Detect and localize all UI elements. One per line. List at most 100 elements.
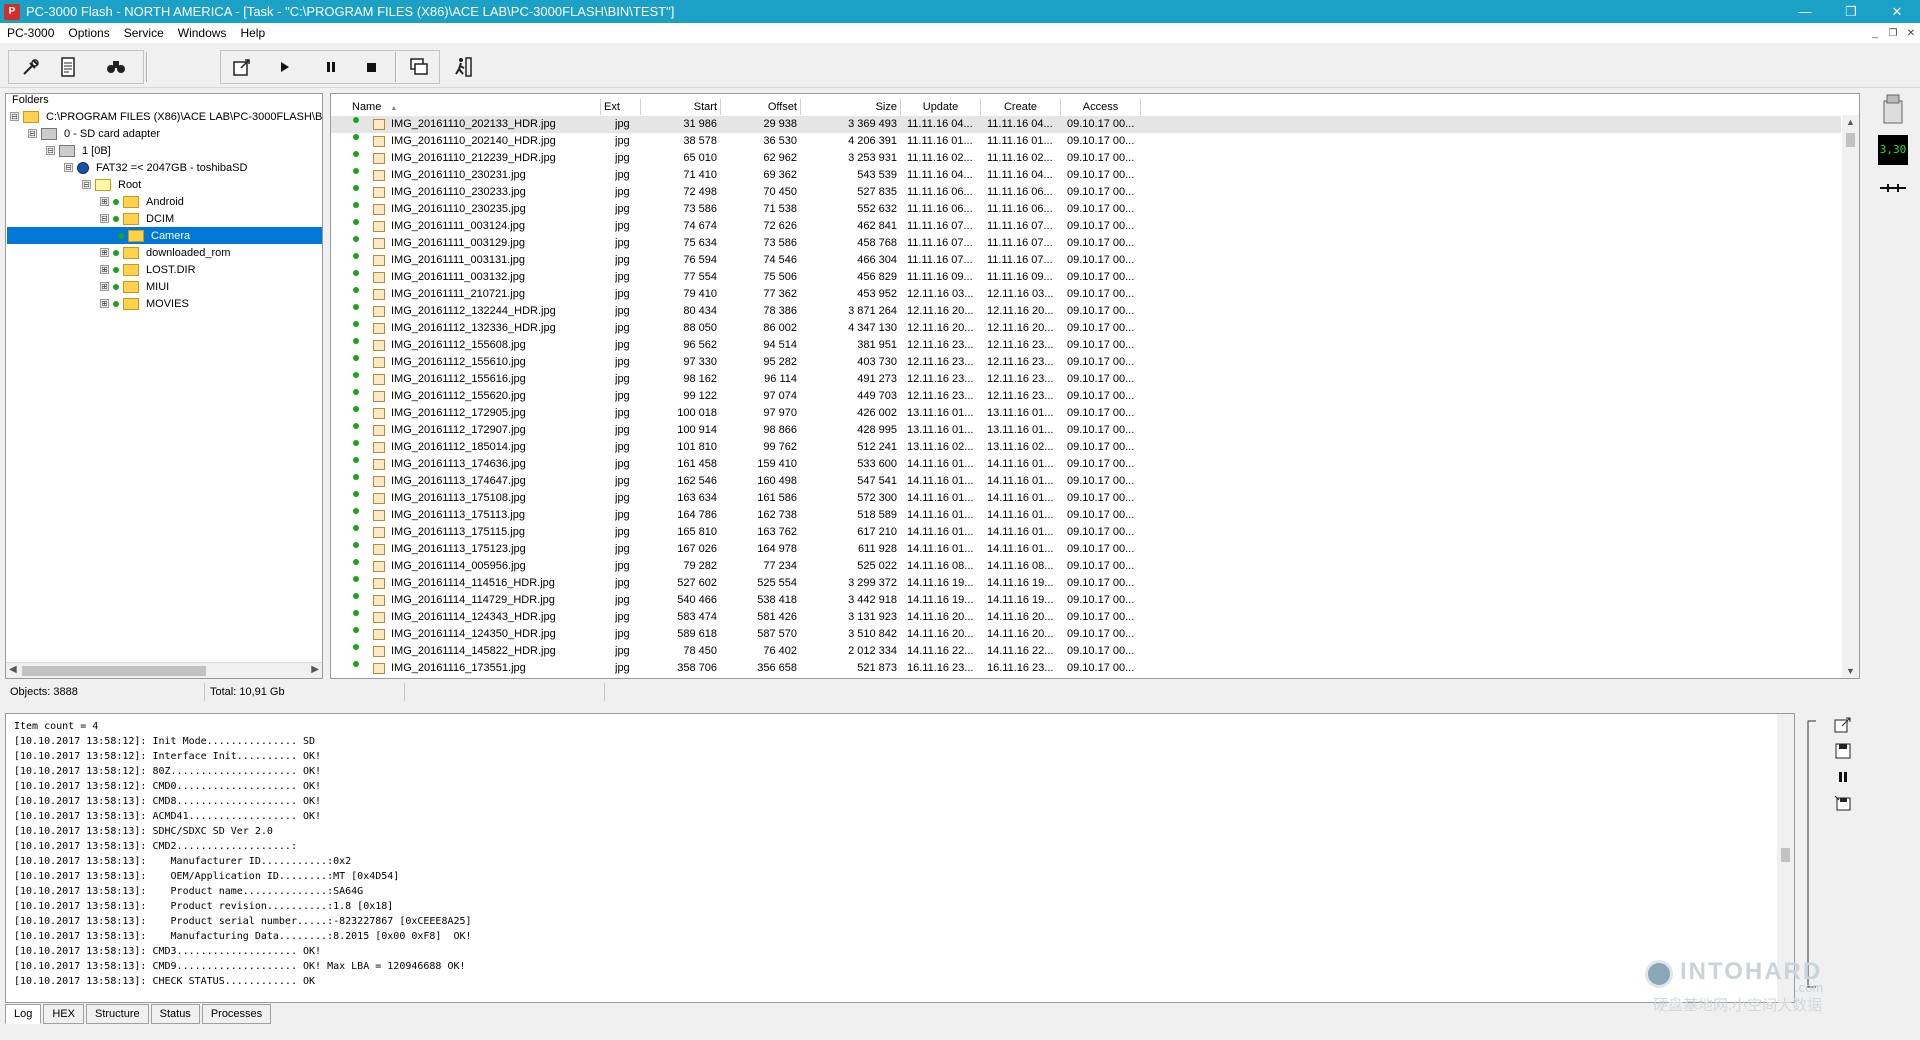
table-cell: 76 402 <box>763 645 797 657</box>
table-row[interactable]: IMG_20161112_155610.jpg jpg 97 330 95 282 40… <box>331 354 1841 371</box>
column-header-create[interactable]: Create <box>981 99 1061 115</box>
menu-options[interactable]: Options <box>61 26 116 40</box>
column-header-offset[interactable]: Offset <box>721 99 801 115</box>
tree-item-dcim[interactable]: ⊟ DCIM <box>100 210 177 227</box>
table-cell: 11.11.16 04... <box>907 118 973 130</box>
column-header-update[interactable]: Update <box>901 99 981 115</box>
file-list-vertical-scrollbar[interactable]: ▲ ▼ <box>1842 115 1859 678</box>
binoculars-search-icon[interactable] <box>99 52 133 82</box>
tab-hex[interactable]: HEX <box>43 1004 84 1024</box>
menu-windows[interactable]: Windows <box>171 26 234 40</box>
mdi-close-button[interactable]: ✕ <box>1902 28 1920 39</box>
tree-item-lost-dir[interactable]: ⊞ LOST.DIR <box>100 261 199 278</box>
mdi-minimize-button[interactable]: _ <box>1866 28 1884 39</box>
open-task-icon[interactable] <box>225 52 259 82</box>
table-row[interactable]: IMG_20161114_005956.jpg jpg 79 282 77 234 52… <box>331 558 1841 575</box>
table-row[interactable]: IMG_20161110_230231.jpg jpg 71 410 69 362 54… <box>331 167 1841 184</box>
log-document-icon[interactable] <box>51 52 85 82</box>
table-row[interactable]: IMG_20161111_003124.jpg jpg 74 674 72 626 46… <box>331 218 1841 235</box>
table-row[interactable]: IMG_20161113_174647.jpg jpg 162 546 160 498… <box>331 473 1841 490</box>
table-row[interactable]: IMG_20161111_003131.jpg jpg 76 594 74 546 46… <box>331 252 1841 269</box>
table-row[interactable]: IMG_20161113_175108.jpg jpg 163 634 161 586… <box>331 490 1841 507</box>
table-row[interactable]: IMG_20161110_202133_HDR.jpg jpg 31 986 29 9… <box>331 116 1841 133</box>
tree-item-android[interactable]: ⊞ Android <box>100 193 187 210</box>
play-icon[interactable] <box>267 52 301 82</box>
tree-item-root-path[interactable]: ⊟ C:\PROGRAM FILES (X86)\ACE LAB\PC-3000… <box>10 108 325 125</box>
save-log-icon[interactable] <box>1828 741 1858 761</box>
export-log-icon[interactable] <box>1828 793 1858 813</box>
table-row[interactable]: IMG_20161112_132336_HDR.jpg jpg 88 050 86 0… <box>331 320 1841 337</box>
table-cell: 159 410 <box>757 458 797 470</box>
table-row[interactable]: IMG_20161114_124350_HDR.jpg jpg 589 618 587… <box>331 626 1841 643</box>
tree-item-sd-adapter[interactable]: ⊟ 0 - SD card adapter <box>28 125 163 142</box>
table-cell: 12.11.16 03... <box>907 288 974 300</box>
column-header-access[interactable]: Access <box>1061 99 1141 115</box>
device-power-icon[interactable] <box>1878 93 1908 125</box>
tree-item-camera[interactable]: Camera <box>7 227 322 244</box>
exit-run-icon[interactable] <box>446 52 480 82</box>
tab-log[interactable]: Log <box>5 1004 42 1024</box>
table-row[interactable]: IMG_20161112_132244_HDR.jpg jpg 80 434 78 3… <box>331 303 1841 320</box>
scroll-up-icon[interactable]: ▲ <box>1846 117 1855 127</box>
table-row[interactable]: IMG_20161110_202140_HDR.jpg jpg 38 578 36 5… <box>331 133 1841 150</box>
menu-pc3000[interactable]: PC-3000 <box>0 26 61 40</box>
tree-item-partition[interactable]: ⊟ 1 [0B] <box>46 142 114 159</box>
column-header-ext[interactable]: Ext <box>601 99 641 115</box>
menu-service[interactable]: Service <box>117 26 171 40</box>
menu-help[interactable]: Help <box>233 26 272 40</box>
tree-item-movies[interactable]: ⊞ MOVIES <box>100 295 192 312</box>
table-row[interactable]: IMG_20161113_175113.jpg jpg 164 786 162 738… <box>331 507 1841 524</box>
tools-icon[interactable] <box>14 52 48 82</box>
minimize-button[interactable]: — <box>1782 0 1828 23</box>
column-header-start[interactable]: Start <box>641 99 721 115</box>
tree-item-miui[interactable]: ⊞ MIUI <box>100 278 172 295</box>
scroll-right-icon[interactable]: ▶ <box>311 664 319 675</box>
table-cell: 14.11.16 20... <box>907 611 974 623</box>
scroll-thumb[interactable] <box>1781 848 1790 862</box>
tab-status[interactable]: Status <box>150 1004 200 1024</box>
folders-horizontal-scrollbar[interactable]: ◀ ▶ <box>6 662 322 678</box>
column-header-size[interactable]: Size <box>801 99 901 115</box>
table-row[interactable]: IMG_20161112_172905.jpg jpg 100 018 97 970 4… <box>331 405 1841 422</box>
table-row[interactable]: IMG_20161110_230233.jpg jpg 72 498 70 450 52… <box>331 184 1841 201</box>
table-row[interactable]: IMG_20161113_175123.jpg jpg 167 026 164 978… <box>331 541 1841 558</box>
table-row[interactable]: IMG_20161114_145822_HDR.jpg jpg 78 450 76 4… <box>331 643 1841 660</box>
tree-item-root[interactable]: ⊟ Root <box>82 176 144 193</box>
table-row[interactable]: IMG_20161114_114729_HDR.jpg jpg 540 466 538… <box>331 592 1841 609</box>
table-row[interactable]: IMG_20161112_155608.jpg jpg 96 562 94 514 38… <box>331 337 1841 354</box>
scroll-thumb[interactable] <box>1846 133 1855 147</box>
tree-item-fat32[interactable]: ⊟ FAT32 =< 2047GB - toshibaSD <box>64 159 250 176</box>
stop-icon[interactable] <box>354 52 388 82</box>
column-header-name[interactable]: Name ▲ <box>349 99 601 115</box>
table-row[interactable]: IMG_20161114_124343_HDR.jpg jpg 583 474 581… <box>331 609 1841 626</box>
table-row[interactable]: IMG_20161112_172907.jpg jpg 100 914 98 866 4… <box>331 422 1841 439</box>
table-row[interactable]: IMG_20161111_003129.jpg jpg 75 634 73 586 45… <box>331 235 1841 252</box>
table-row[interactable]: IMG_20161116_173551.jpg jpg 358 706 356 658… <box>331 660 1841 677</box>
table-cell: 09.10.17 00... <box>1067 560 1135 572</box>
open-log-icon[interactable] <box>1828 715 1858 735</box>
scroll-thumb[interactable] <box>22 666 206 676</box>
tab-processes[interactable]: Processes <box>201 1004 272 1024</box>
scroll-down-icon[interactable]: ▼ <box>1846 666 1855 676</box>
pause-icon[interactable] <box>314 52 348 82</box>
tree-item-downloaded-rom[interactable]: ⊞ downloaded_rom <box>100 244 233 261</box>
table-cell: 538 418 <box>757 594 797 606</box>
tab-structure[interactable]: Structure <box>85 1004 149 1024</box>
table-row[interactable]: IMG_20161110_212239_HDR.jpg jpg 65 010 62 9… <box>331 150 1841 167</box>
table-row[interactable]: IMG_20161111_003132.jpg jpg 77 554 75 506 45… <box>331 269 1841 286</box>
pause-log-icon[interactable] <box>1828 767 1858 787</box>
table-row[interactable]: IMG_20161112_155616.jpg jpg 98 162 96 114 49… <box>331 371 1841 388</box>
table-row[interactable]: IMG_20161113_175115.jpg jpg 165 810 163 762… <box>331 524 1841 541</box>
scroll-left-icon[interactable]: ◀ <box>9 664 17 675</box>
windows-cascade-icon[interactable] <box>402 52 436 82</box>
close-button[interactable]: ✕ <box>1874 0 1920 23</box>
table-row[interactable]: IMG_20161112_185014.jpg jpg 101 810 99 762 5… <box>331 439 1841 456</box>
table-row[interactable]: IMG_20161113_174636.jpg jpg 161 458 159 410… <box>331 456 1841 473</box>
table-row[interactable]: IMG_20161114_114516_HDR.jpg jpg 527 602 525… <box>331 575 1841 592</box>
maximize-button[interactable]: ❐ <box>1828 0 1874 23</box>
table-row[interactable]: IMG_20161111_210721.jpg jpg 79 410 77 362 45… <box>331 286 1841 303</box>
connector-icon[interactable] <box>1878 181 1908 195</box>
table-row[interactable]: IMG_20161110_230235.jpg jpg 73 586 71 538 55… <box>331 201 1841 218</box>
table-row[interactable]: IMG_20161112_155620.jpg jpg 99 122 97 074 44… <box>331 388 1841 405</box>
mdi-restore-button[interactable]: ❐ <box>1884 28 1902 39</box>
